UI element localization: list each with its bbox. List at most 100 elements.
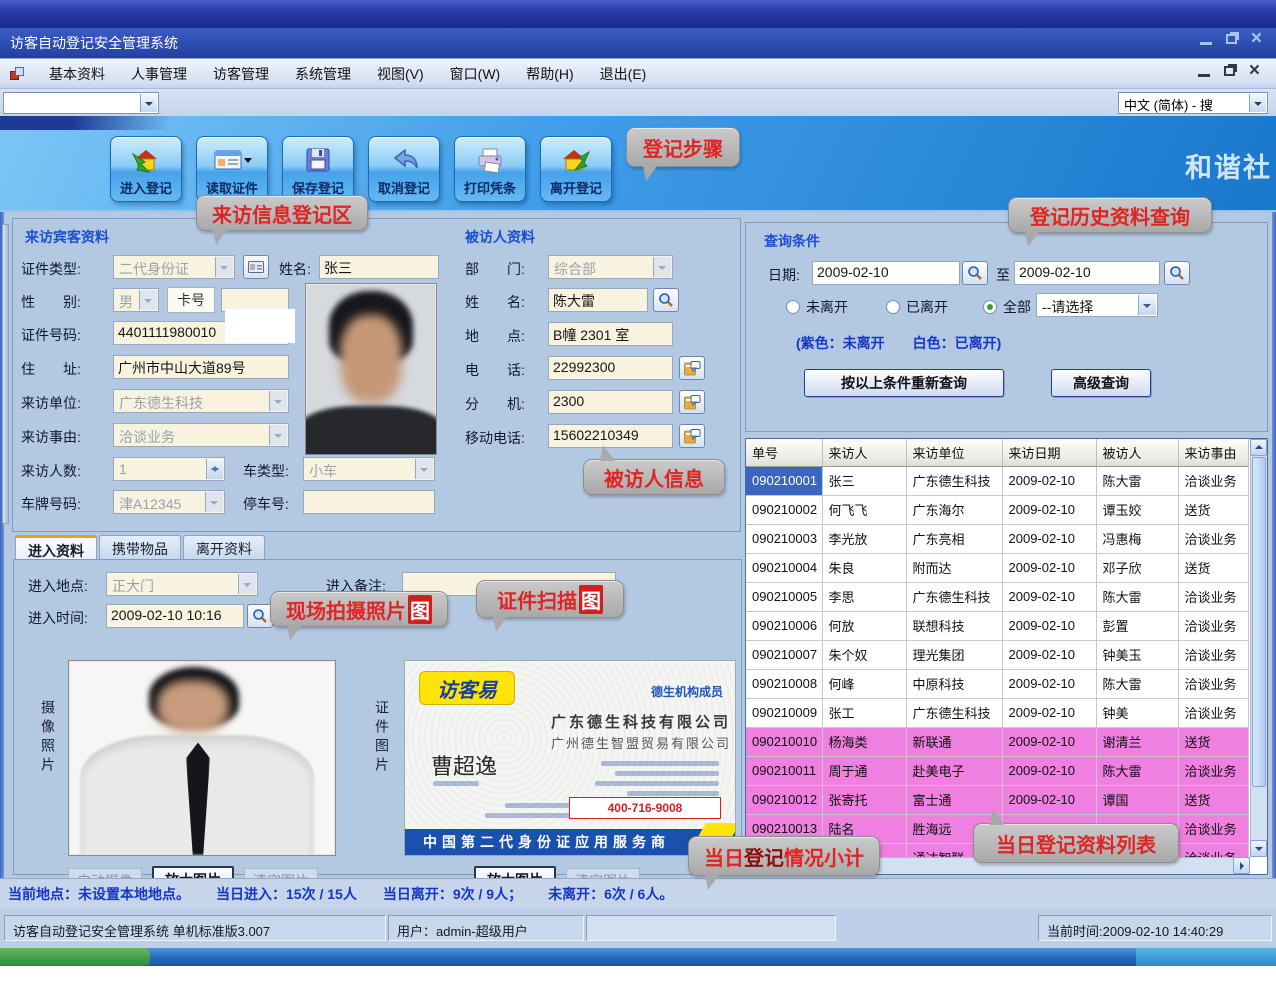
table-cell[interactable]: 邓子欣 xyxy=(1096,553,1178,582)
minimize-icon[interactable] xyxy=(1200,34,1212,45)
table-cell[interactable]: 广东德生科技 xyxy=(906,466,1002,495)
date-from-input[interactable]: 2009-02-10 xyxy=(812,261,960,285)
card-no-button[interactable]: 卡号 xyxy=(167,287,215,313)
table-cell[interactable]: 090210012 xyxy=(746,785,822,814)
phone-input[interactable]: 22992300 xyxy=(548,356,673,380)
vertical-scroll-thumb[interactable] xyxy=(1252,457,1266,787)
table-cell[interactable]: 新联通 xyxy=(906,727,1002,756)
table-cell[interactable]: 张工 xyxy=(822,698,906,727)
table-cell[interactable]: 何飞飞 xyxy=(822,495,906,524)
table-cell[interactable]: 朱个奴 xyxy=(822,640,906,669)
requery-button[interactable]: 按以上条件重新查询 xyxy=(804,369,1004,397)
language-bar[interactable]: 中文 (简体) - 搜 xyxy=(1118,92,1268,114)
scroll-down-icon[interactable] xyxy=(1250,840,1267,857)
table-cell[interactable]: 2009-02-10 xyxy=(1002,669,1096,698)
car-type-select[interactable]: 小车 xyxy=(303,457,435,481)
spinner-down-icon[interactable] xyxy=(211,468,219,476)
radio-icon[interactable] xyxy=(983,300,997,314)
table-cell[interactable]: 090210003 xyxy=(746,524,822,553)
table-cell[interactable]: 张三 xyxy=(822,466,906,495)
chevron-down-icon[interactable] xyxy=(1249,94,1266,112)
table-cell[interactable]: 洽谈业务 xyxy=(1178,466,1248,495)
table-cell[interactable]: 送货 xyxy=(1178,785,1248,814)
ext-sms-button[interactable] xyxy=(679,390,705,414)
table-row[interactable]: 090210011周于通赴美电子2009-02-10陈大雷洽谈业务 xyxy=(746,756,1248,785)
table-cell[interactable]: 何放 xyxy=(822,611,906,640)
table-cell[interactable]: 090210005 xyxy=(746,582,822,611)
table-row[interactable]: 090210010杨海类新联通2009-02-10谢清兰送货 xyxy=(746,727,1248,756)
dept-select[interactable]: 综合部 xyxy=(548,255,673,279)
table-cell[interactable]: 富士通 xyxy=(906,785,1002,814)
table-cell[interactable]: 090210004 xyxy=(746,553,822,582)
menu-window[interactable]: 窗口(W) xyxy=(437,60,514,88)
radio-icon[interactable] xyxy=(786,300,800,314)
table-cell[interactable]: 洽谈业务 xyxy=(1178,698,1248,727)
table-cell[interactable]: 杨海类 xyxy=(822,727,906,756)
gender-select[interactable]: 男 xyxy=(113,288,159,312)
advanced-query-button[interactable]: 高级查询 xyxy=(1051,369,1151,397)
table-cell[interactable]: 2009-02-10 xyxy=(1002,524,1096,553)
table-row[interactable]: 090210008何峰中原科技2009-02-10陈大雷洽谈业务 xyxy=(746,669,1248,698)
visit-unit-select[interactable]: 广东德生科技 xyxy=(113,389,289,413)
scroll-right-icon[interactable] xyxy=(1233,857,1250,874)
table-cell[interactable]: 周于通 xyxy=(822,756,906,785)
menu-help[interactable]: 帮助(H) xyxy=(513,60,586,88)
tab-carried-items[interactable]: 携带物品 xyxy=(99,535,181,559)
radio-all[interactable]: 全部 xyxy=(983,297,1031,317)
mdi-close-icon[interactable]: × xyxy=(1249,64,1260,78)
table-cell[interactable]: 洽谈业务 xyxy=(1178,756,1248,785)
table-cell[interactable]: 洽谈业务 xyxy=(1178,640,1248,669)
read-card-button[interactable]: 读取证件 xyxy=(196,136,268,202)
radio-left[interactable]: 已离开 xyxy=(886,297,948,317)
cert-type-select[interactable]: 二代身份证 xyxy=(113,255,235,279)
menu-hr[interactable]: 人事管理 xyxy=(118,60,200,88)
table-cell[interactable]: 2009-02-10 xyxy=(1002,698,1096,727)
table-cell[interactable]: 广东德生科技 xyxy=(906,698,1002,727)
table-cell[interactable]: 联想科技 xyxy=(906,611,1002,640)
table-cell[interactable]: 090210010 xyxy=(746,727,822,756)
col-header-visited[interactable]: 被访人 xyxy=(1096,439,1178,466)
chevron-down-icon[interactable] xyxy=(140,94,157,112)
tab-leave-info[interactable]: 离开资料 xyxy=(183,535,265,559)
col-header-date[interactable]: 来访日期 xyxy=(1002,439,1096,466)
table-cell[interactable]: 洽谈业务 xyxy=(1178,669,1248,698)
splitter-grip[interactable] xyxy=(2,224,9,524)
close-icon[interactable]: × xyxy=(1251,32,1262,46)
entry-place-select[interactable]: 正大门 xyxy=(106,572,258,596)
table-cell[interactable]: 附而达 xyxy=(906,553,1002,582)
table-cell[interactable]: 广东德生科技 xyxy=(906,582,1002,611)
table-cell[interactable]: 广东海尔 xyxy=(906,495,1002,524)
table-cell[interactable]: 理光集团 xyxy=(906,640,1002,669)
table-cell[interactable]: 2009-02-10 xyxy=(1002,553,1096,582)
table-cell[interactable]: 2009-02-10 xyxy=(1002,582,1096,611)
address-input[interactable]: 广州市中山大道89号 xyxy=(113,355,289,379)
col-header-reason[interactable]: 来访事由 xyxy=(1178,439,1248,466)
table-cell[interactable]: 张寄托 xyxy=(822,785,906,814)
table-cell[interactable]: 2009-02-10 xyxy=(1002,756,1096,785)
date-from-picker-button[interactable] xyxy=(962,261,988,285)
save-register-button[interactable]: 保存登记 xyxy=(282,136,354,202)
scroll-up-icon[interactable] xyxy=(1250,439,1267,456)
menu-basic-data[interactable]: 基本资料 xyxy=(36,60,118,88)
table-cell[interactable]: 洽谈业务 xyxy=(1178,524,1248,553)
table-row[interactable]: 090210009张工广东德生科技2009-02-10钟美洽谈业务 xyxy=(746,698,1248,727)
visitor-name-input[interactable]: 张三 xyxy=(319,255,439,279)
table-cell[interactable]: 洽谈业务 xyxy=(1178,582,1248,611)
table-cell[interactable]: 送货 xyxy=(1178,495,1248,524)
table-cell[interactable]: 洽谈业务 xyxy=(1178,843,1248,857)
date-to-picker-button[interactable] xyxy=(1164,261,1190,285)
table-cell[interactable]: 090210001 xyxy=(746,466,822,495)
table-cell[interactable]: 谢清兰 xyxy=(1096,727,1178,756)
entry-time-input[interactable]: 2009-02-10 10:16 xyxy=(106,604,244,628)
table-row[interactable]: 090210005李思广东德生科技2009-02-10陈大雷洽谈业务 xyxy=(746,582,1248,611)
table-cell[interactable]: 谭国 xyxy=(1096,785,1178,814)
table-cell[interactable]: 090210011 xyxy=(746,756,822,785)
table-cell[interactable]: 090210009 xyxy=(746,698,822,727)
visitor-count-stepper[interactable]: 1 xyxy=(113,457,225,481)
table-row[interactable]: 090210006何放联想科技2009-02-10彭置洽谈业务 xyxy=(746,611,1248,640)
table-cell[interactable]: 2009-02-10 xyxy=(1002,640,1096,669)
table-cell[interactable]: 陈大雷 xyxy=(1096,669,1178,698)
menu-system[interactable]: 系统管理 xyxy=(282,60,364,88)
table-cell[interactable]: 谭玉姣 xyxy=(1096,495,1178,524)
table-cell[interactable]: 赴美电子 xyxy=(906,756,1002,785)
